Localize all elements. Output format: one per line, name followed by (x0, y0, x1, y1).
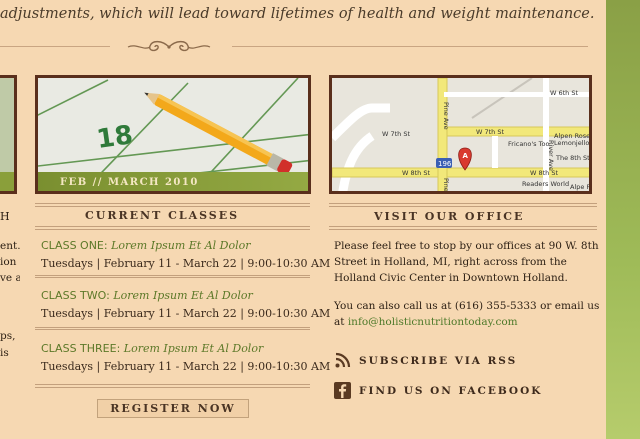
map-label-w7th-b: W 7th St (476, 128, 504, 136)
calendar-caption: FEB // MARCH 2010 (60, 177, 199, 188)
class-divider-3 (35, 384, 310, 388)
map-place-alpe: Alpe Res (570, 183, 592, 191)
left-edge-line-1: ent. (0, 240, 20, 252)
header-divider-right (232, 46, 588, 47)
left-partial-card (0, 75, 17, 194)
calendar-caption-band: FEB // MARCH 2010 (38, 172, 308, 191)
subscribe-rss-link[interactable]: SUBSCRIBE VIA RSS (334, 352, 517, 369)
map-label-w7th-a: W 7th St (382, 130, 410, 138)
classes-rule-bottom (35, 226, 310, 230)
class-item-1-title: CLASS ONE: Lorem Ipsum Et Al Dolor (41, 239, 251, 252)
class-item-2-schedule: Tuesdays | February 11 - March 22 | 9:00… (41, 307, 331, 320)
subscribe-rss-label: SUBSCRIBE VIA RSS (359, 354, 518, 367)
office-contact-paragraph: You can also call us at (616) 355-5333 o… (334, 298, 602, 330)
class-item-3-schedule: Tuesdays | February 11 - March 22 | 9:00… (41, 360, 331, 373)
tagline: adjustments, which will lead toward life… (0, 6, 595, 22)
rss-icon (335, 352, 351, 368)
left-edge-line-5: is (0, 347, 9, 359)
map-place-readers: Readers World (522, 180, 569, 188)
office-email-link[interactable]: info@holisticnutritiontoday.com (348, 316, 518, 328)
classes-heading: CURRENT CLASSES (85, 209, 240, 222)
header-divider-left (0, 46, 110, 47)
map-place-lemonjellos: Lemonjellos (554, 139, 592, 147)
class-item-3-label: CLASS THREE: (41, 342, 121, 355)
register-now-button[interactable]: REGISTER NOW (97, 399, 249, 418)
office-rule-bottom (329, 226, 597, 230)
left-edge-line-3: ve a (0, 272, 20, 284)
facebook-icon (334, 382, 351, 399)
map-label-w6th: W 6th St (550, 89, 578, 97)
class-item-2-title: CLASS TWO: Lorem Ipsum Et Al Dolor (41, 289, 253, 302)
class-item-1-schedule: Tuesdays | February 11 - March 22 | 9:00… (41, 257, 331, 270)
calendar-date-number: 18 (95, 120, 135, 155)
facebook-label: FIND US ON FACEBOOK (359, 384, 543, 397)
map-label-pine-b: Pine Ave (442, 178, 450, 194)
office-map[interactable]: W 6th St W 7th St W 7th St W 8th St W 8t… (329, 75, 592, 194)
class-item-3-name: Lorem Ipsum Et Al Dolor (123, 342, 264, 355)
class-divider-1 (35, 275, 310, 278)
class-item-1-name: Lorem Ipsum Et Al Dolor (111, 239, 251, 252)
map-place-fricanos: Fricano's Too (508, 140, 549, 148)
facebook-link[interactable]: FIND US ON FACEBOOK (334, 382, 542, 399)
map-marker-letter: A (463, 152, 469, 160)
class-divider-2 (35, 327, 310, 330)
left-edge-line-4: ps, (0, 330, 16, 342)
office-heading: VISIT OUR OFFICE (374, 210, 525, 223)
office-address-paragraph: Please feel free to stop by our offices … (334, 240, 599, 284)
class-item-1-label: CLASS ONE: (41, 239, 108, 252)
office-rule-top (329, 203, 597, 207)
class-item-2-name: Lorem Ipsum Et Al Dolor (113, 289, 253, 302)
map-route-shield: 196 (438, 160, 452, 168)
left-edge-line-2: ion (0, 256, 17, 268)
class-item-3-title: CLASS THREE: Lorem Ipsum Et Al Dolor (41, 342, 263, 355)
side-background (606, 0, 640, 439)
map-label-pine-a: Pine Ave (442, 102, 450, 130)
map-image[interactable]: W 6th St W 7th St W 7th St W 8th St W 8t… (332, 78, 592, 194)
flourish-ornament (127, 40, 211, 52)
calendar-photo-card: 18 FEB // MARCH 2010 (35, 75, 311, 194)
map-place-grille: The 8th Street Grille (555, 154, 592, 162)
classes-rule-top (35, 203, 310, 207)
class-item-2-label: CLASS TWO: (41, 289, 110, 302)
left-edge-heading: H (0, 210, 12, 223)
map-label-w8th-a: W 8th St (402, 169, 430, 177)
